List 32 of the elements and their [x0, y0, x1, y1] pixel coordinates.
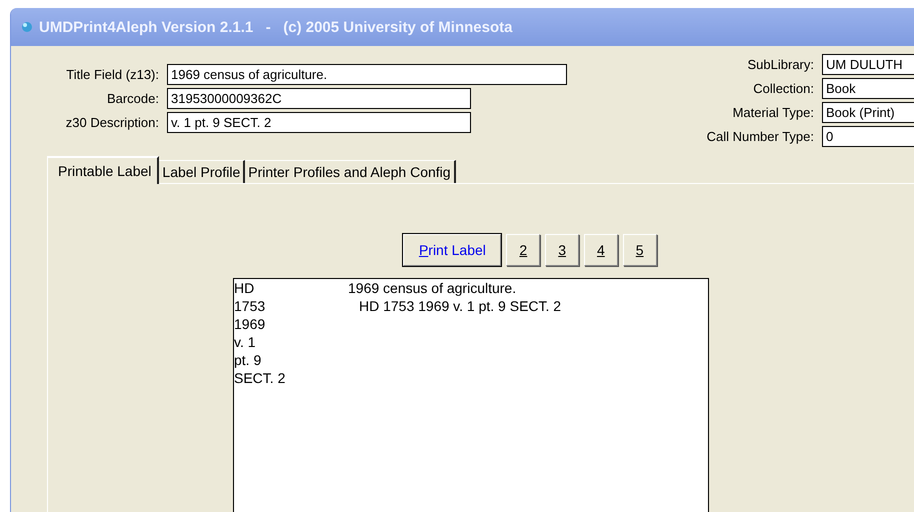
spine-line: 1753: [234, 297, 266, 315]
spine-line: 1969: [234, 315, 266, 333]
text-field[interactable]: 0: [822, 126, 914, 147]
tab[interactable]: Printable Label: [47, 156, 160, 184]
field-label: Collection:: [752, 81, 814, 96]
spine-line: pt. 9: [234, 351, 262, 369]
field-label: Barcode:: [106, 91, 159, 106]
print-label-button[interactable]: Print Label: [403, 234, 502, 266]
tab[interactable]: Label Profile: [159, 160, 246, 183]
text-field[interactable]: v. 1 pt. 9 SECT. 2: [167, 112, 471, 133]
app-icon: [21, 21, 33, 33]
text-field[interactable]: Book (Print): [822, 102, 914, 123]
spine-line: v. 1: [234, 333, 257, 351]
page-button[interactable]: 3: [545, 234, 579, 266]
field-label: Title Field (z13):: [65, 67, 159, 82]
spine-line: HD: [234, 279, 256, 297]
tab[interactable]: Printer Profiles and Aleph Config: [245, 160, 456, 183]
field-label: Call Number Type:: [706, 129, 814, 144]
text-field[interactable]: 31953000009362C: [167, 88, 471, 109]
page-button[interactable]: 4: [584, 234, 618, 266]
text-field[interactable]: Book: [822, 78, 914, 99]
field-label: z30 Description:: [64, 115, 159, 130]
text-field[interactable]: UM DULUTH: [822, 54, 914, 75]
page-button[interactable]: 5: [622, 234, 657, 266]
field-label: Material Type:: [732, 105, 814, 120]
spine-line: SECT. 2: [234, 369, 286, 387]
window-title: UMDPrint4Aleph Version 2.1.1 - (c) 2005 University of Minnesota: [39, 18, 512, 36]
field-label: SubLibrary:: [746, 57, 814, 72]
label-line: HD 1753 1969 v. 1 pt. 9 SECT. 2: [358, 297, 562, 315]
page-button[interactable]: 2: [506, 234, 540, 266]
text-field[interactable]: 1969 census of agriculture.: [167, 64, 567, 85]
label-line: 1969 census of agriculture.: [348, 279, 518, 297]
